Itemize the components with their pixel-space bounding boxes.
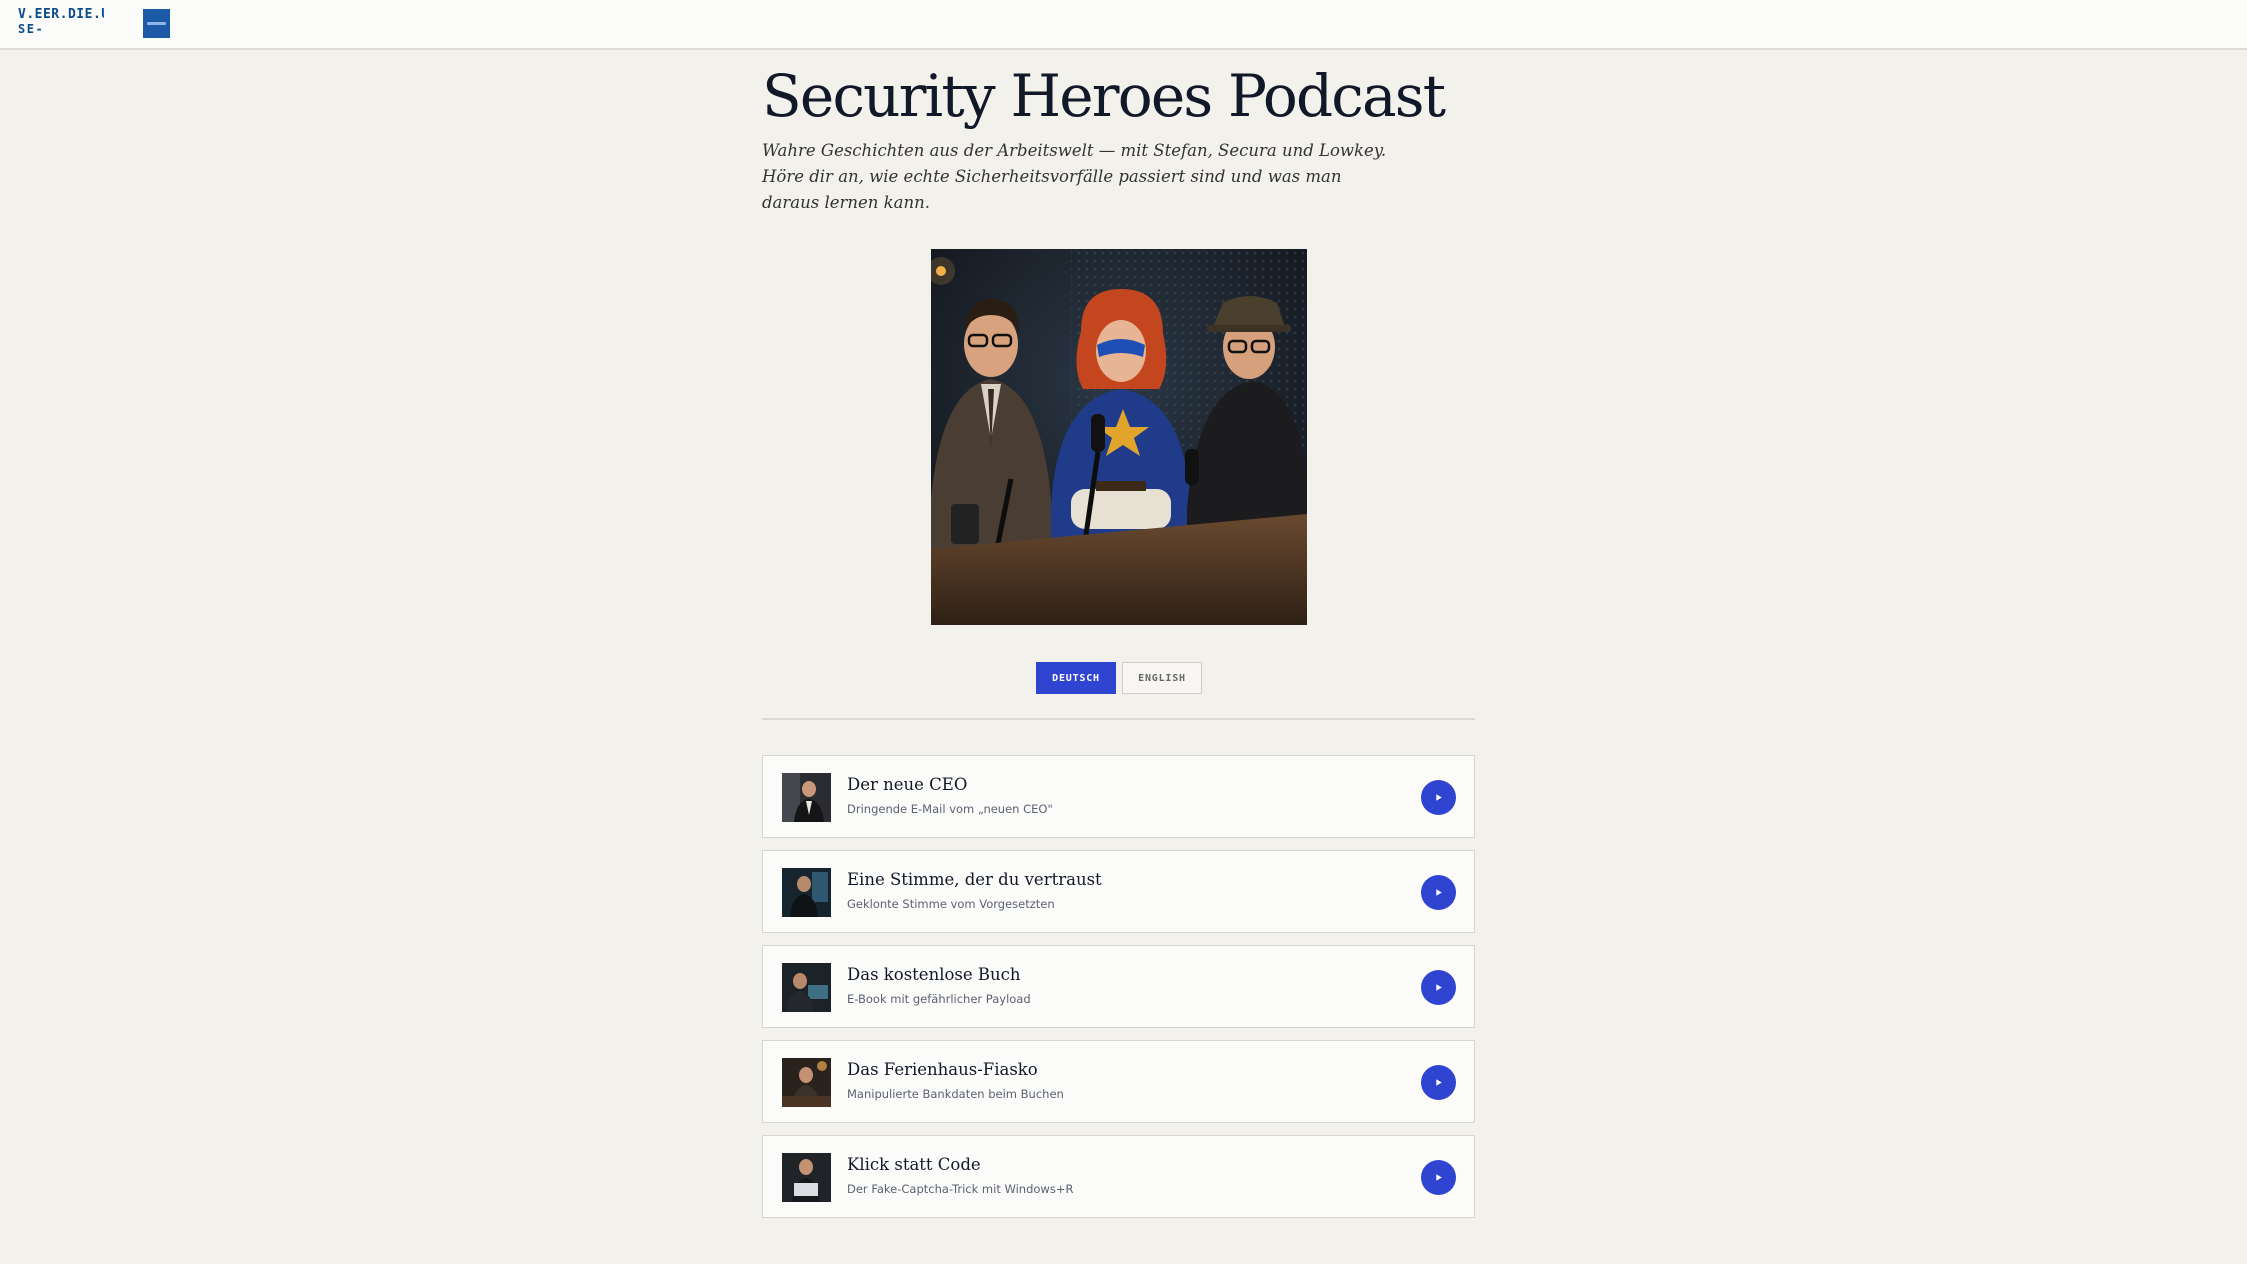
episode-title: Klick statt Code [847,1155,981,1174]
episode-title: Das Ferienhaus-Fiasko [847,1060,1038,1079]
episode-card[interactable]: Klick statt Code Der Fake-Captcha-Trick … [762,1135,1475,1218]
site-logo[interactable]: V.EER.DIE.U SE-39.SV.O [18,8,104,38]
section-divider [762,718,1475,720]
episode-thumbnail [782,1153,831,1202]
episode-card[interactable]: Eine Stimme, der du vertraust Geklonte S… [762,850,1475,933]
podcast-cover-image [931,249,1307,625]
play-button[interactable] [1421,1065,1456,1100]
episode-title: Das kostenlose Buch [847,965,1021,984]
play-icon [1436,1174,1442,1181]
episode-card[interactable]: Der neue CEO Dringende E-Mail vom „neuen… [762,755,1475,838]
play-icon [1436,984,1442,991]
play-button[interactable] [1421,970,1456,1005]
episode-title: Der neue CEO [847,775,968,794]
episode-card[interactable]: Das Ferienhaus-Fiasko Manipulierte Bankd… [762,1040,1475,1123]
play-icon [1436,794,1442,801]
episode-card[interactable]: Das kostenlose Buch E-Book mit gefährlic… [762,945,1475,1028]
play-icon [1436,889,1442,896]
play-button[interactable] [1421,875,1456,910]
episode-title: Eine Stimme, der du vertraust [847,870,1102,889]
play-button[interactable] [1421,780,1456,815]
episode-thumbnail [782,773,831,822]
episode-subtitle: Manipulierte Bankdaten beim Buchen [847,1087,1064,1101]
episode-subtitle: E-Book mit gefährlicher Payload [847,992,1031,1006]
play-icon [1436,1079,1442,1086]
logo-line-2: SE-39.SV.O [18,22,78,38]
logo-line-1: V.EER.DIE.U [18,8,104,22]
language-button-deutsch[interactable]: DEUTSCH [1036,662,1116,694]
brand-badge-icon[interactable] [143,9,170,38]
episode-subtitle: Geklonte Stimme vom Vorgesetzten [847,897,1055,911]
page-title: Security Heroes Podcast [762,62,1446,130]
episode-subtitle: Der Fake-Captcha-Trick mit Windows+R [847,1182,1074,1196]
language-switch: DEUTSCH ENGLISH [1036,662,1202,694]
play-button[interactable] [1421,1160,1456,1195]
language-button-english[interactable]: ENGLISH [1122,662,1202,694]
episode-thumbnail [782,1058,831,1107]
top-navigation-bar: V.EER.DIE.U SE-39.SV.O [0,0,2247,50]
episode-subtitle: Dringende E-Mail vom „neuen CEO" [847,802,1053,816]
episode-thumbnail [782,963,831,1012]
page-subtitle: Wahre Geschichten aus der Arbeitswelt — … [762,141,1387,212]
episode-thumbnail [782,868,831,917]
